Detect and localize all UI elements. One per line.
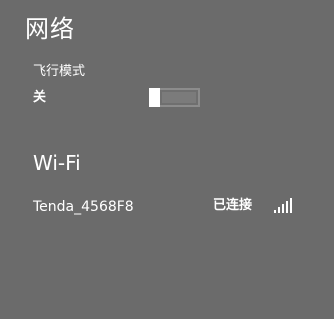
- airplane-mode-toggle[interactable]: [149, 88, 200, 107]
- page-title: 网络: [25, 15, 75, 43]
- wifi-signal-icon: [274, 198, 292, 213]
- airplane-mode-label: 飞行模式: [33, 64, 86, 79]
- toggle-thumb[interactable]: [149, 88, 160, 107]
- network-status: 已连接: [213, 198, 253, 213]
- network-ssid: Tenda_4568F8: [33, 199, 134, 215]
- network-list-item[interactable]: Tenda_4568F8 已连接: [33, 196, 297, 220]
- airplane-mode-state: 关: [33, 90, 47, 105]
- wifi-section-title: Wi-Fi: [33, 151, 81, 175]
- toggle-track: [162, 92, 196, 103]
